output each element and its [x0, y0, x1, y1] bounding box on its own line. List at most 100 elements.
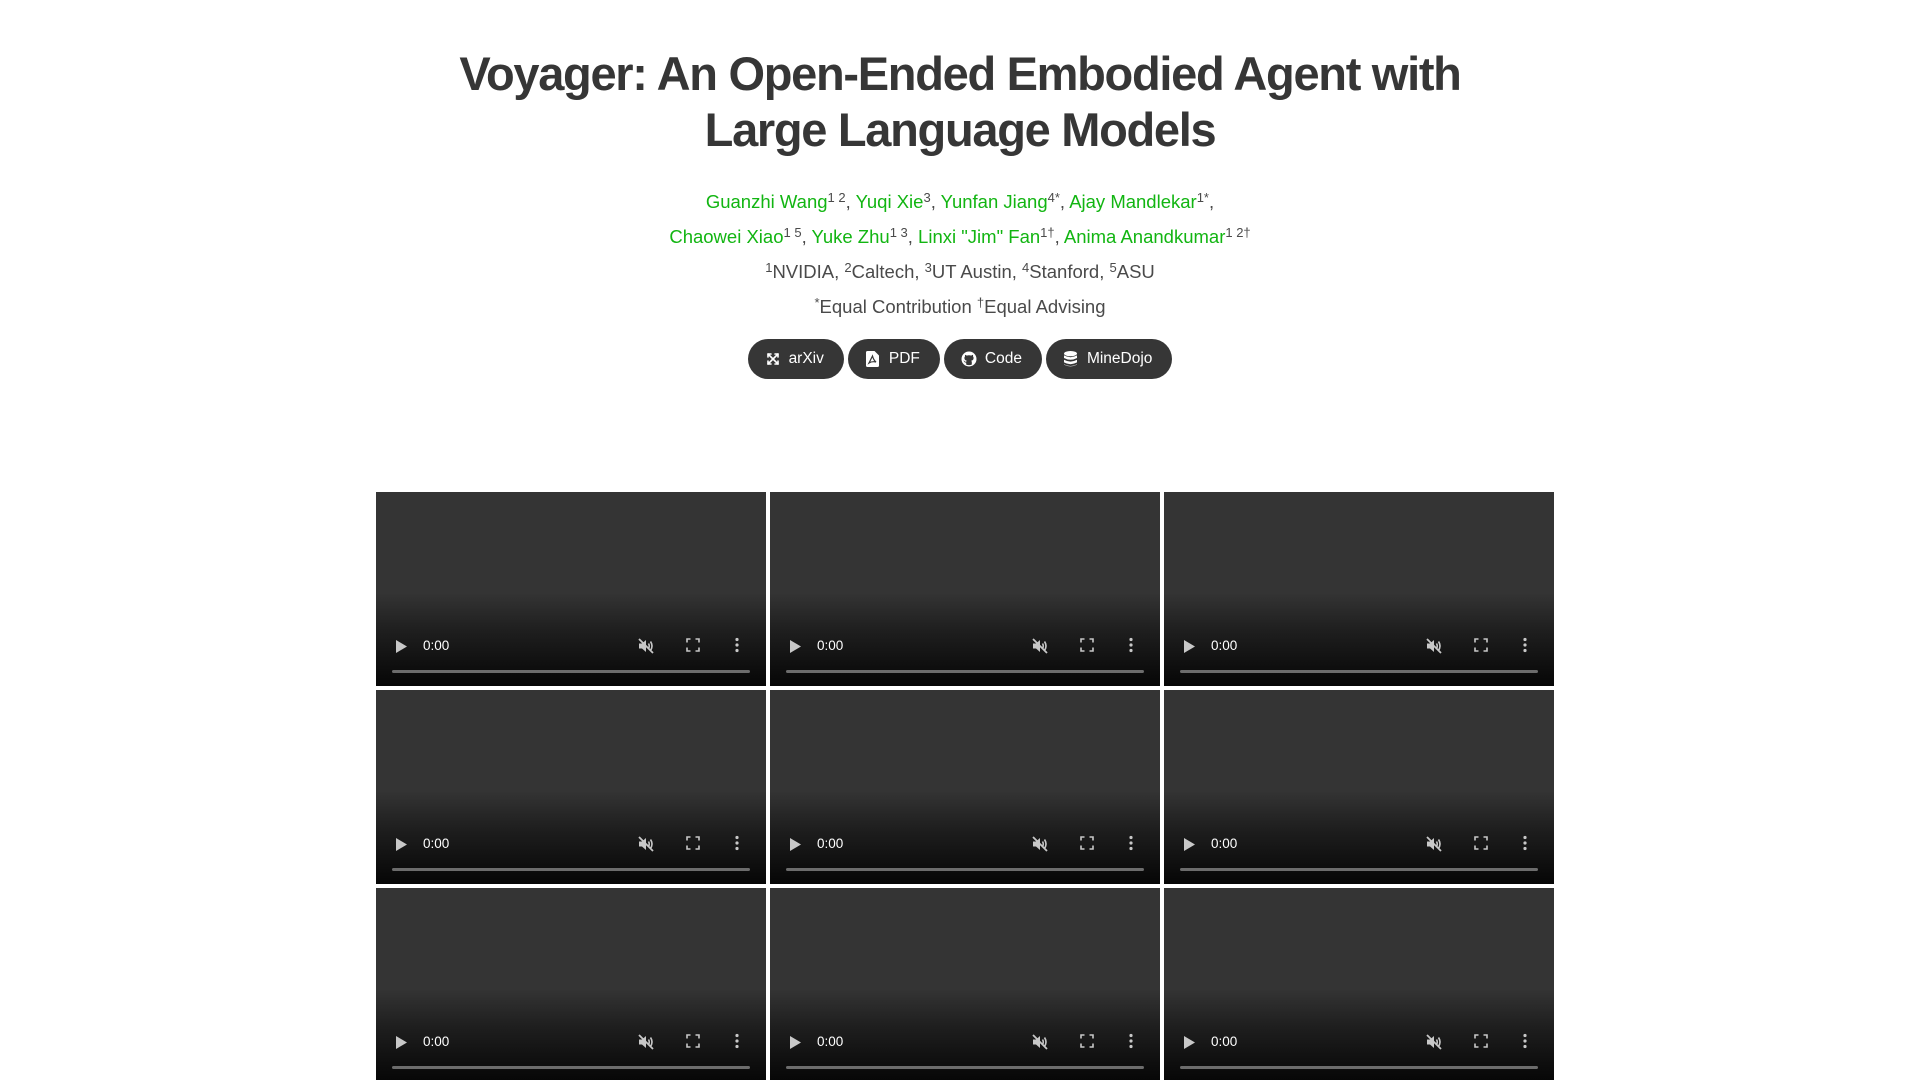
code-button[interactable]: Code — [943, 339, 1042, 379]
video-time: 0:00 — [423, 638, 450, 653]
video-controls: 0:00 — [376, 824, 766, 884]
author-link[interactable]: Linxi "Jim" Fan — [918, 226, 1040, 247]
more-options-icon[interactable] — [734, 637, 742, 655]
video-controls: 0:00 — [770, 1022, 1160, 1080]
video-player[interactable]: 0:00 — [1164, 888, 1554, 1080]
play-icon[interactable] — [1182, 639, 1196, 653]
github-icon — [961, 351, 977, 367]
volume-muted-icon[interactable] — [1425, 637, 1443, 655]
arxiv-icon — [765, 351, 781, 367]
video-player[interactable]: 0:00 — [376, 492, 766, 686]
volume-muted-icon[interactable] — [637, 637, 655, 655]
volume-muted-icon[interactable] — [1031, 835, 1049, 853]
play-icon[interactable] — [1182, 837, 1196, 851]
author-affiliation-sup: 3 — [923, 190, 931, 205]
volume-muted-icon[interactable] — [637, 1033, 655, 1051]
volume-muted-icon[interactable] — [1031, 1033, 1049, 1051]
more-options-icon[interactable] — [734, 835, 742, 853]
play-icon[interactable] — [394, 639, 408, 653]
video-time: 0:00 — [423, 1034, 450, 1049]
play-icon[interactable] — [788, 837, 802, 851]
fullscreen-icon[interactable] — [1474, 1034, 1490, 1050]
more-options-icon[interactable] — [734, 1033, 742, 1051]
play-icon[interactable] — [788, 639, 802, 653]
affiliation-sup: 5 — [1109, 260, 1117, 275]
progress-bar[interactable] — [392, 868, 750, 871]
progress-bar[interactable] — [786, 868, 1144, 871]
title-line-2: Large Language Models — [704, 103, 1217, 156]
video-player[interactable]: 0:00 — [770, 888, 1160, 1080]
volume-muted-icon[interactable] — [1031, 637, 1049, 655]
affiliation-sup: 2 — [844, 260, 852, 275]
note-text: Equal Advising — [984, 296, 1106, 317]
fullscreen-icon[interactable] — [686, 1034, 702, 1050]
header: Voyager: An Open-Ended Embodied Agent wi… — [0, 46, 1920, 379]
author-affiliation-sup: 1 3 — [889, 225, 908, 240]
video-time: 0:00 — [817, 836, 844, 851]
video-player[interactable]: 0:00 — [770, 690, 1160, 884]
page-title: Voyager: An Open-Ended Embodied Agent wi… — [0, 46, 1920, 158]
author-affiliation-sup: 1* — [1196, 190, 1209, 205]
volume-muted-icon[interactable] — [1425, 1033, 1443, 1051]
more-options-icon[interactable] — [1128, 637, 1136, 655]
author-link[interactable]: Yuke Zhu — [812, 226, 890, 247]
fullscreen-icon[interactable] — [686, 836, 702, 852]
fullscreen-icon[interactable] — [686, 638, 702, 654]
video-player[interactable]: 0:00 — [1164, 492, 1554, 686]
arxiv-button[interactable]: arXiv — [747, 339, 844, 379]
progress-bar[interactable] — [1180, 868, 1538, 871]
author-link[interactable]: Yuqi Xie — [856, 191, 924, 212]
author-link[interactable]: Guanzhi Wang — [706, 191, 828, 212]
author-line-2: Chaowei Xiao1 5, Yuke Zhu1 3, Linxi "Jim… — [669, 225, 1251, 247]
video-player[interactable]: 0:00 — [1164, 690, 1554, 884]
video-time: 0:00 — [1211, 836, 1238, 851]
author-link[interactable]: Ajay Mandlekar — [1069, 191, 1197, 212]
play-icon[interactable] — [394, 1035, 408, 1049]
video-player[interactable]: 0:00 — [376, 690, 766, 884]
progress-bar[interactable] — [1180, 670, 1538, 673]
video-controls: 0:00 — [770, 824, 1160, 884]
link-buttons: arXiv PDF Code MineDojo — [0, 339, 1920, 379]
volume-muted-icon[interactable] — [637, 835, 655, 853]
pdf-button[interactable]: PDF — [847, 339, 940, 379]
author-link[interactable]: Chaowei Xiao — [669, 226, 783, 247]
note-text: Equal Contribution — [819, 296, 972, 317]
more-options-icon[interactable] — [1128, 1033, 1136, 1051]
progress-bar[interactable] — [786, 1066, 1144, 1069]
affiliation-name: Stanford — [1029, 261, 1100, 282]
volume-muted-icon[interactable] — [1425, 835, 1443, 853]
play-icon[interactable] — [1182, 1035, 1196, 1049]
more-options-icon[interactable] — [1522, 637, 1530, 655]
progress-bar[interactable] — [786, 670, 1144, 673]
affiliations: 1NVIDIA, 2Caltech, 3UT Austin, 4Stanford… — [765, 260, 1155, 282]
more-options-icon[interactable] — [1522, 1033, 1530, 1051]
progress-bar[interactable] — [392, 1066, 750, 1069]
video-time: 0:00 — [1211, 1034, 1238, 1049]
video-player[interactable]: 0:00 — [770, 492, 1160, 686]
video-controls: 0:00 — [770, 626, 1160, 686]
minedojo-label: MineDojo — [1086, 350, 1153, 367]
author-link[interactable]: Anima Anandkumar — [1064, 226, 1225, 247]
progress-bar[interactable] — [392, 670, 750, 673]
database-icon — [1063, 351, 1079, 367]
fullscreen-icon[interactable] — [1080, 638, 1096, 654]
video-player[interactable]: 0:00 — [376, 888, 766, 1080]
author-affiliation-sup: 1† — [1040, 225, 1055, 240]
more-options-icon[interactable] — [1522, 835, 1530, 853]
fullscreen-icon[interactable] — [1080, 836, 1096, 852]
video-controls: 0:00 — [376, 1022, 766, 1080]
affiliation-name: UT Austin — [931, 261, 1012, 282]
play-icon[interactable] — [394, 837, 408, 851]
play-icon[interactable] — [788, 1035, 802, 1049]
fullscreen-icon[interactable] — [1474, 638, 1490, 654]
fullscreen-icon[interactable] — [1474, 836, 1490, 852]
video-time: 0:00 — [1211, 638, 1238, 653]
progress-bar[interactable] — [1180, 1066, 1538, 1069]
video-time: 0:00 — [817, 1034, 844, 1049]
author-link[interactable]: Yunfan Jiang — [941, 191, 1048, 212]
minedojo-button[interactable]: MineDojo — [1045, 339, 1173, 379]
pdf-label: PDF — [888, 350, 920, 367]
fullscreen-icon[interactable] — [1080, 1034, 1096, 1050]
more-options-icon[interactable] — [1128, 835, 1136, 853]
author-block: Guanzhi Wang1 2, Yuqi Xie3, Yunfan Jiang… — [0, 184, 1920, 324]
